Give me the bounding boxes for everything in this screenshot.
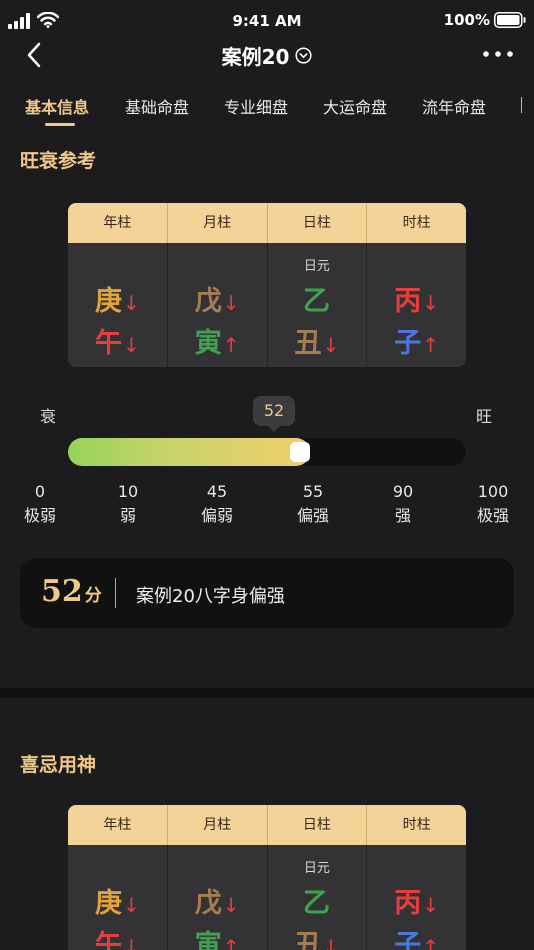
heavenly-stem: 庚↓ (94, 888, 140, 919)
tab-basic-info[interactable]: 基本信息 (25, 94, 89, 118)
strong-label: 旺 (476, 407, 493, 426)
battery-percentage: 100% (443, 11, 490, 29)
earthly-branch: 寅↑ (168, 923, 267, 950)
strength-reference-section: 旺衰参考 年柱 月柱 日柱 时柱 庚↓ 午↓ 戊↓ 寅↑ 日元 乙 丑↓ 丙↓ (0, 130, 534, 688)
pillar-header-day: 日柱 (268, 805, 368, 845)
heavenly-stem: 乙 (302, 888, 330, 919)
trend-arrow: ↓ (122, 291, 140, 315)
weak-label: 衰 (40, 407, 57, 426)
trend-arrow: ↑ (222, 333, 240, 357)
pillar-header-month: 月柱 (168, 203, 268, 243)
tab-basic-chart[interactable]: 基础命盘 (125, 94, 189, 118)
active-tab-indicator (45, 123, 75, 126)
strength-slider-fill (68, 438, 310, 466)
pillar-header-day: 日柱 (268, 203, 368, 243)
tab-professional-chart[interactable]: 专业细盘 (224, 94, 288, 118)
earthly-branch: 寅↑ (194, 328, 240, 359)
trend-arrow: ↓ (122, 333, 140, 357)
pillar-year: 庚↓ 午↓ (68, 845, 168, 950)
more-options-icon[interactable] (482, 44, 514, 64)
trend-arrow: ↓ (122, 893, 140, 917)
strength-slider-track (68, 438, 466, 466)
strength-value-bubble: 52 (253, 396, 295, 432)
battery-icon (494, 12, 526, 28)
status-bar: 9:41 AM 100% (0, 0, 534, 40)
page-title: 案例20 (221, 45, 290, 69)
scale-mark-10: 10 弱 (117, 482, 139, 525)
trend-arrow: ↓ (422, 291, 439, 315)
pillar-body-row: 庚↓ 午↓ 戊↓ 寅↑ 日元 乙 丑↓ 丙↓ 子↑ (68, 243, 466, 367)
tab-annual-chart[interactable]: 流年命盘 (422, 94, 486, 118)
pillar-hour: 丙↓ 子↑ (367, 243, 466, 367)
pillar-header-year: 年柱 (68, 203, 168, 243)
chevron-down-circle-icon (295, 47, 312, 64)
trend-arrow: ↓ (222, 893, 240, 917)
four-pillars-table: 年柱 月柱 日柱 时柱 庚↓ 午↓ 戊↓ 寅↑ 日元 乙 丑↓ 丙↓ 子↑ (68, 805, 466, 950)
section-title: 喜忌用神 (20, 754, 97, 776)
section-divider (0, 688, 534, 698)
heavenly-stem: 乙 (302, 286, 330, 317)
pillar-header-row: 年柱 月柱 日柱 时柱 (68, 805, 466, 845)
heavenly-stem: 戊↓ (194, 888, 240, 919)
trend-arrow: ↓ (322, 935, 340, 950)
scale-mark-55: 55 偏强 (296, 482, 329, 525)
day-master-label: 日元 (303, 861, 330, 876)
trend-arrow: ↓ (122, 935, 140, 950)
earthly-branch: 子↑ (394, 328, 439, 359)
earthly-branch: 午↓ (94, 328, 140, 359)
earthly-branch: 丑↓ (268, 923, 367, 950)
tab-bar: 基本信息 基础命盘 专业细盘 大运命盘 流年命盘 (0, 80, 534, 130)
pillar-header-hour: 时柱 (402, 817, 431, 833)
tab-overflow-divider (521, 97, 522, 113)
trend-arrow: ↓ (322, 333, 340, 357)
pillar-header-month: 月柱 (168, 805, 268, 845)
four-pillars-table: 年柱 月柱 日柱 时柱 庚↓ 午↓ 戊↓ 寅↑ 日元 乙 丑↓ 丙↓ 子↑ (68, 203, 466, 367)
pillar-header-hour: 时柱 (402, 215, 431, 231)
page-title-dropdown[interactable]: 案例20 (0, 41, 534, 70)
pillar-day: 日元 乙 丑↓ (268, 243, 368, 367)
trend-arrow: ↓ (222, 291, 240, 315)
score-divider (115, 578, 116, 608)
strength-slider-knob (289, 442, 310, 462)
trend-arrow: ↓ (422, 893, 439, 917)
heavenly-stem: 丙↓ (394, 888, 439, 919)
score-summary-text: 案例20八字身偏强 (136, 586, 285, 607)
earthly-branch: 子↑ (367, 923, 466, 950)
trend-arrow: ↑ (422, 333, 439, 357)
favorable-elements-section: 喜忌用神 年柱 月柱 日柱 时柱 庚↓ 午↓ 戊↓ 寅↑ 日元 乙 丑↓ 丙↓ (0, 720, 534, 950)
earthly-branch: 丑↓ (294, 328, 340, 359)
heavenly-stem: 戊↓ (194, 286, 240, 317)
tab-major-luck-chart[interactable]: 大运命盘 (323, 94, 387, 118)
earthly-branch: 午↓ (68, 923, 167, 950)
trend-arrow: ↑ (222, 935, 240, 950)
navigation-bar: 案例20 (0, 36, 534, 76)
heavenly-stem: 丙↓ (394, 286, 439, 317)
heavenly-stem: 庚↓ (94, 286, 140, 317)
pillar-year: 庚↓ 午↓ (68, 243, 168, 367)
scale-mark-100: 100 极强 (476, 482, 509, 525)
day-master-label: 日元 (303, 259, 330, 274)
pillar-day: 日元 乙 丑↓ (268, 845, 368, 950)
scale-mark-90: 90 强 (392, 482, 414, 525)
score-summary-box: 52 分 案例20八字身偏强 (20, 558, 514, 628)
pillar-header-row: 年柱 月柱 日柱 时柱 (68, 203, 466, 243)
section-title: 旺衰参考 (20, 150, 97, 172)
trend-arrow: ↑ (422, 935, 439, 950)
pillar-header-year: 年柱 (68, 805, 168, 845)
score-value: 52 分 (41, 574, 102, 609)
pillar-month: 戊↓ 寅↑ (168, 845, 268, 950)
scale-mark-45: 45 偏弱 (200, 482, 233, 525)
pillar-hour: 丙↓ 子↑ (367, 845, 466, 950)
pillar-body-row: 庚↓ 午↓ 戊↓ 寅↑ 日元 乙 丑↓ 丙↓ 子↑ (68, 845, 466, 950)
pillar-month: 戊↓ 寅↑ (168, 243, 268, 367)
scale-mark-0: 0 极弱 (23, 482, 56, 525)
